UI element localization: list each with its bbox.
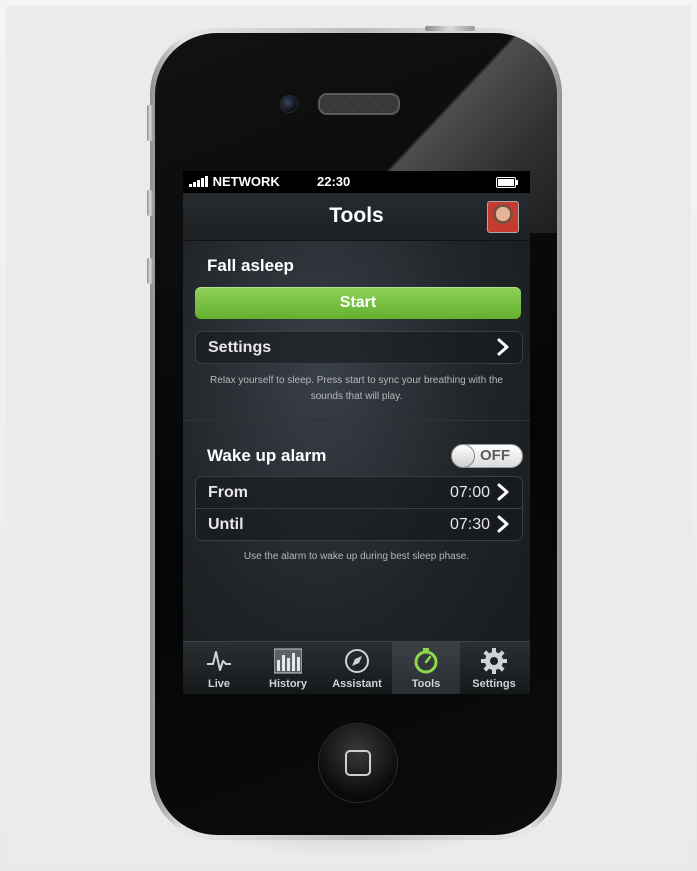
clock: 22:30: [317, 174, 351, 189]
power-button: [425, 26, 475, 31]
alarm-toggle[interactable]: OFF: [451, 444, 523, 468]
front-camera: [280, 95, 298, 113]
chevron-right-icon: [497, 338, 509, 356]
alarm-window-group: From 07:00 Until 07:30: [195, 476, 523, 541]
from-row[interactable]: From 07:00: [196, 477, 522, 508]
until-row[interactable]: Until 07:30: [196, 508, 522, 540]
section-divider: [183, 420, 530, 421]
fall-asleep-settings-group: Settings: [195, 331, 523, 364]
tab-assistant[interactable]: Assistant: [323, 642, 391, 694]
tab-settings-label: Settings: [472, 678, 516, 690]
settings-row[interactable]: Settings: [196, 332, 522, 363]
until-value: 07:30: [449, 516, 490, 533]
chevron-right-icon: [497, 515, 509, 533]
tab-live[interactable]: Live: [185, 642, 253, 694]
tab-bar: Live History Assistant Tools Settings: [183, 641, 530, 694]
tab-history-label: History: [269, 678, 307, 690]
toggle-state-label: OFF: [480, 447, 510, 464]
carrier-label: NETWORK: [212, 174, 280, 189]
until-label: Until: [208, 516, 244, 533]
page-title: Tools: [329, 204, 384, 227]
status-bar: NETWORK 22:30: [183, 171, 530, 193]
earpiece-speaker: [318, 93, 400, 115]
gear-icon: [481, 648, 507, 674]
from-label: From: [208, 484, 248, 501]
mute-switch: [147, 105, 153, 141]
tab-tools[interactable]: Tools: [392, 642, 460, 694]
stopwatch-icon: [414, 648, 438, 674]
from-value: 07:00: [449, 484, 490, 501]
tab-live-label: Live: [207, 678, 230, 690]
home-button[interactable]: [318, 723, 398, 803]
signal-bars-icon: [189, 176, 208, 187]
volume-down-button: [147, 258, 153, 284]
settings-row-label: Settings: [208, 339, 272, 356]
tab-assistant-label: Assistant: [332, 678, 382, 690]
chevron-right-icon: [497, 483, 509, 501]
carrier-signal: NETWORK: [189, 174, 280, 189]
tab-tools-label: Tools: [411, 678, 441, 690]
battery-icon: [496, 177, 518, 188]
tab-settings[interactable]: Settings: [460, 642, 528, 694]
start-button[interactable]: Start: [195, 287, 521, 319]
fall-asleep-heading: Fall asleep: [207, 256, 294, 275]
home-square-icon: [345, 750, 371, 776]
pulse-icon: [207, 651, 231, 671]
tab-history[interactable]: History: [254, 642, 322, 694]
compass-icon: [345, 649, 369, 673]
fall-asleep-description: Relax yourself to sleep. Press start to …: [210, 375, 503, 402]
navigation-bar: Tools: [183, 193, 530, 241]
wake-up-description: Use the alarm to wake up during best sle…: [243, 551, 470, 562]
app-screen: NETWORK 22:30 Tools Fall asleep Start Se…: [183, 171, 530, 694]
toggle-knob: [451, 444, 475, 468]
bar-chart-icon: [274, 648, 302, 674]
volume-up-button: [147, 190, 153, 216]
avatar[interactable]: [487, 201, 519, 233]
wake-up-alarm-heading: Wake up alarm: [207, 446, 327, 465]
